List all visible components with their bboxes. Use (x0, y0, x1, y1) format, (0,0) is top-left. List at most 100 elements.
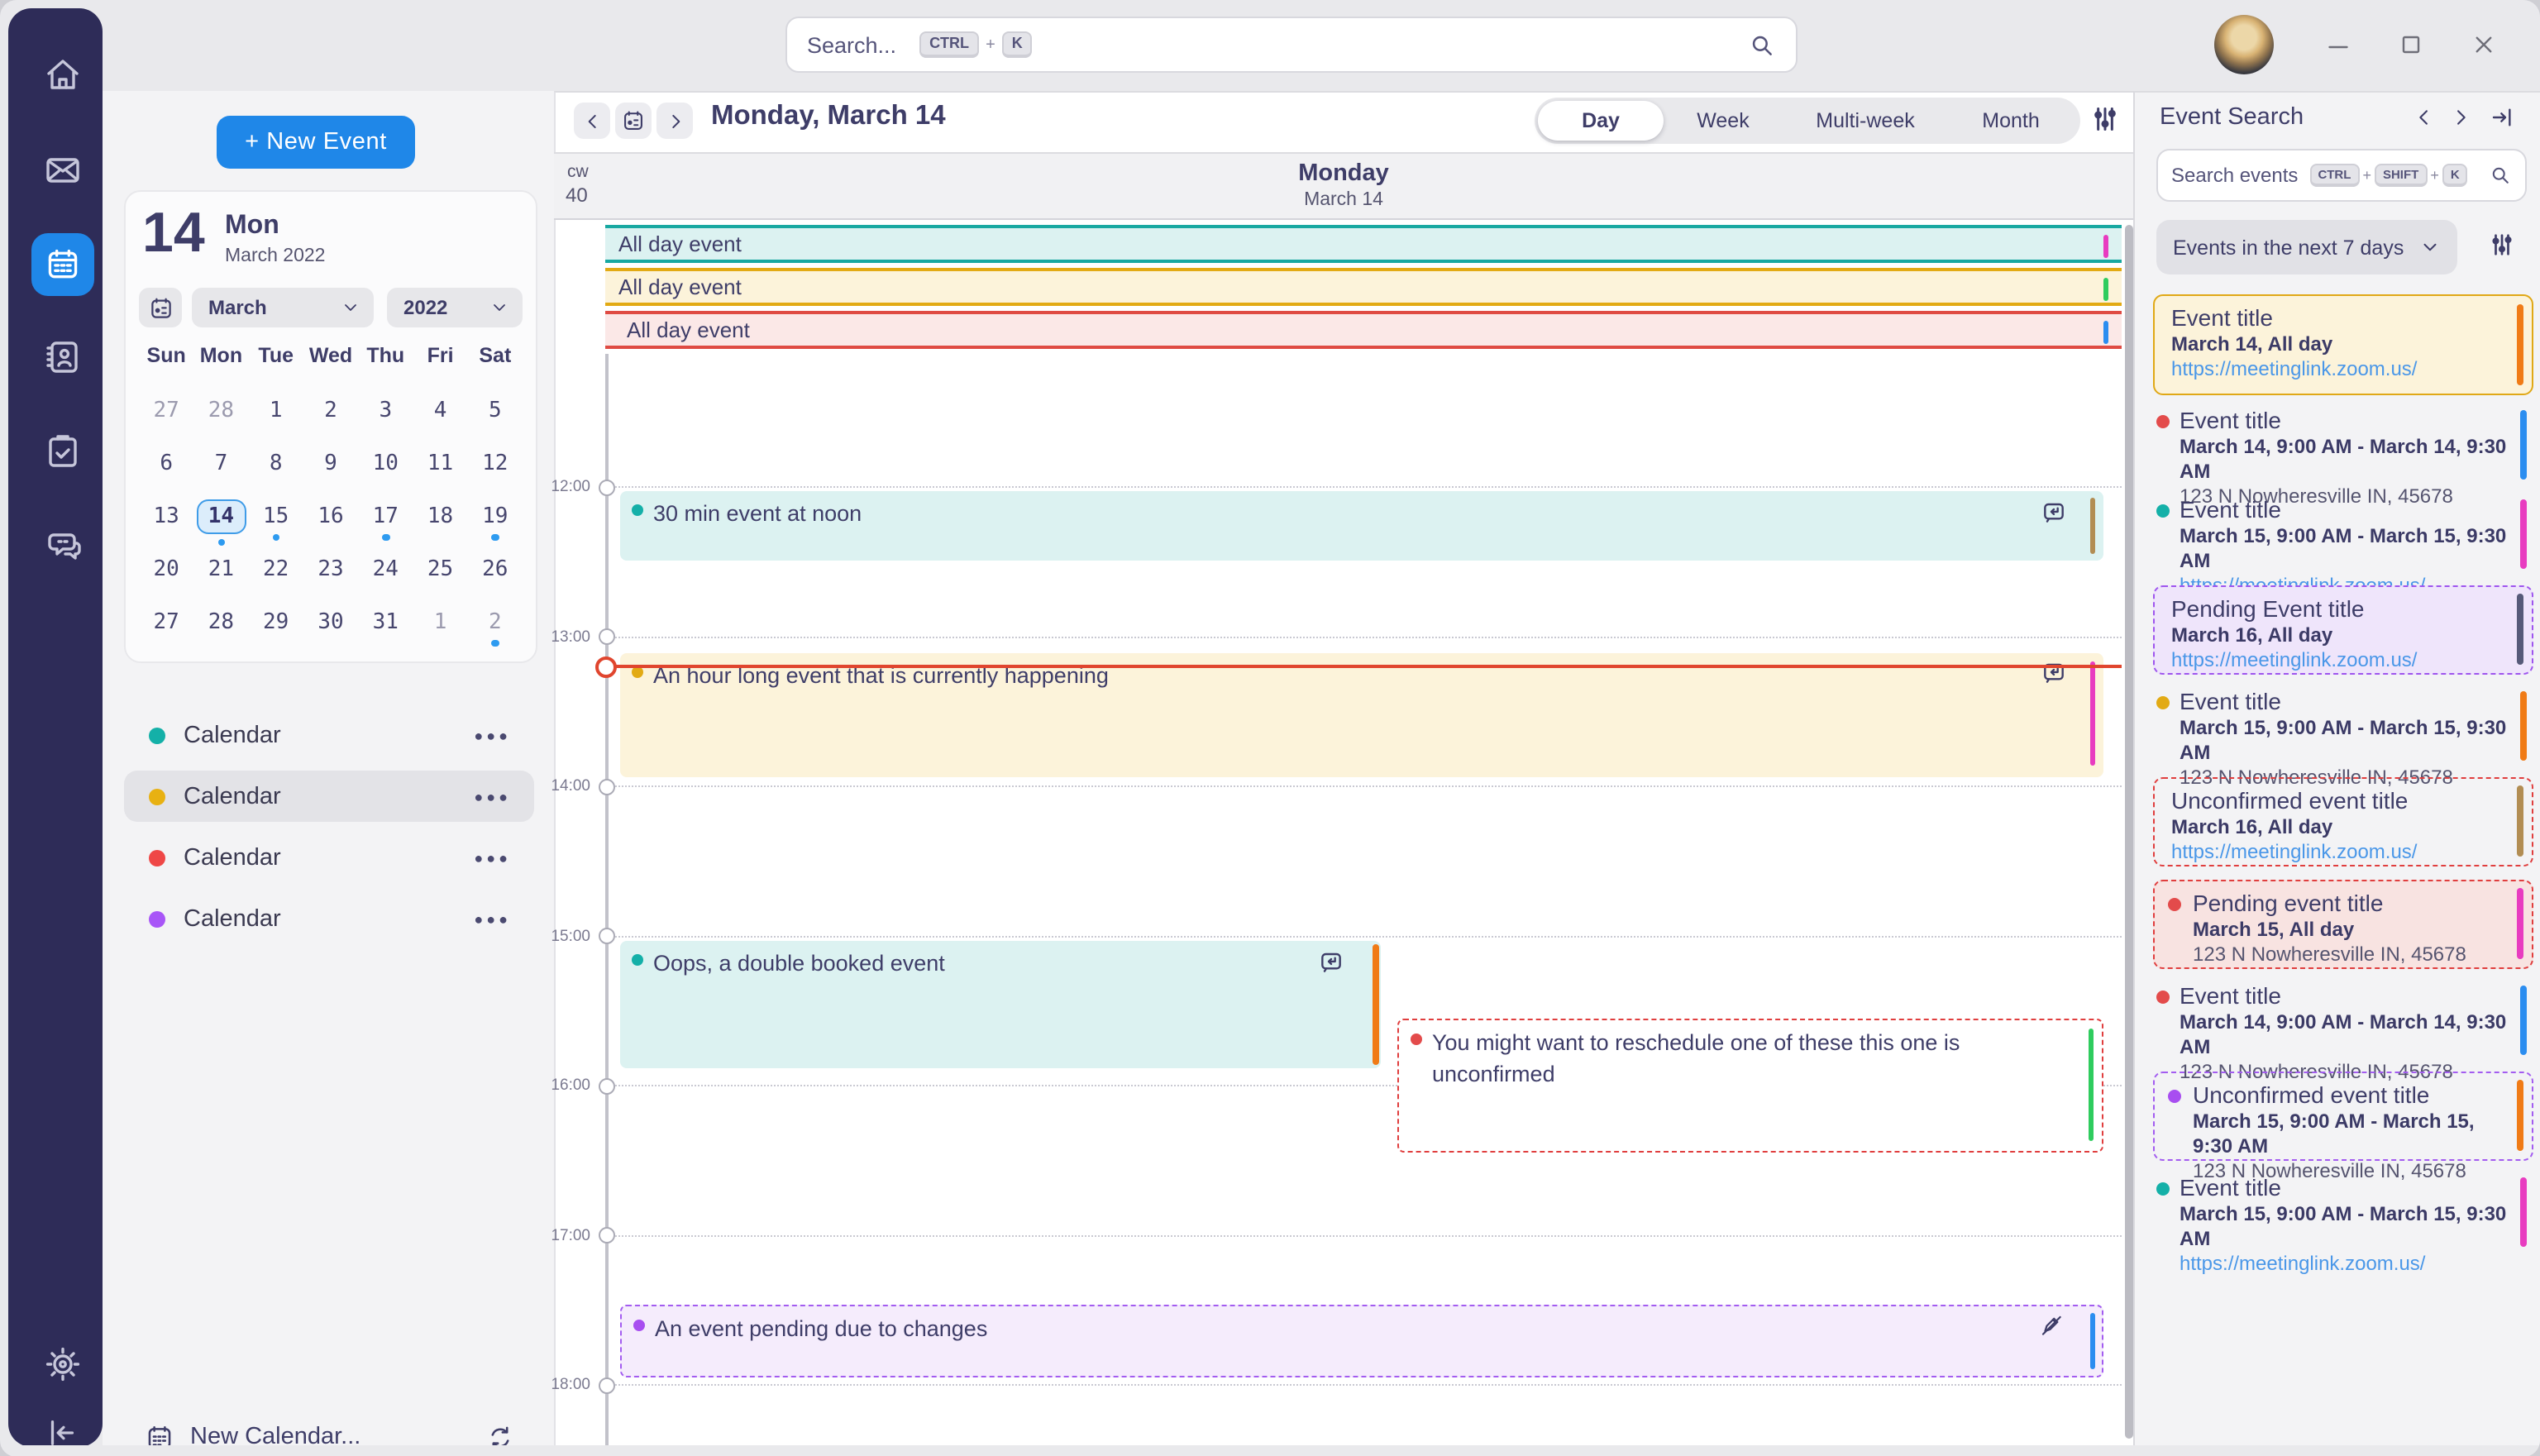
mini-calendar-day[interactable]: 11 (413, 437, 467, 489)
search-prev-icon[interactable] (2413, 106, 2436, 129)
mini-calendar-day[interactable]: 22 (249, 542, 303, 595)
mini-calendar-day[interactable]: 3 (358, 384, 413, 437)
mini-calendar-day[interactable]: 26 (468, 542, 523, 595)
sidebar-item-chat[interactable] (43, 526, 83, 566)
new-event-button[interactable]: + New Event (217, 116, 415, 169)
tab-multi-week-view[interactable]: Multi-week (1783, 109, 1948, 132)
meeting-link[interactable]: https://meetinglink.zoom.us/ (2171, 648, 2515, 673)
month-select[interactable]: March (192, 288, 374, 327)
today-button[interactable] (615, 103, 652, 139)
next-day-button[interactable] (656, 103, 693, 139)
event-search-result[interactable]: Event title March 14, 9:00 AM - March 14… (2153, 982, 2533, 1058)
event-search-result[interactable]: Unconfirmed event title March 15, 9:00 A… (2153, 1072, 2533, 1161)
event-search-result[interactable]: Event title March 14, All day https://me… (2153, 294, 2533, 395)
event-search-result[interactable]: Event title March 14, 9:00 AM - March 14… (2153, 407, 2533, 483)
mini-calendar-day[interactable]: 15 (249, 489, 303, 542)
sidebar-item-calendar[interactable] (31, 233, 94, 296)
mini-calendar-day[interactable]: 1 (413, 595, 467, 648)
mini-calendar-day[interactable]: 23 (303, 542, 358, 595)
mini-calendar-day[interactable]: 20 (139, 542, 193, 595)
event-search-result[interactable]: Event title March 15, 9:00 AM - March 15… (2153, 496, 2533, 572)
mini-calendar-day[interactable]: 27 (139, 384, 193, 437)
calendar-list-item-selected[interactable]: Calendar ●●● (124, 771, 534, 822)
mini-calendar-day[interactable]: 2 (468, 595, 523, 648)
tab-week-view[interactable]: Week (1664, 109, 1783, 132)
minimize-button[interactable] (2320, 26, 2356, 63)
sidebar-item-tasks[interactable] (43, 432, 83, 471)
all-day-event[interactable]: All day event (605, 311, 2122, 349)
mini-calendar-day[interactable]: 7 (193, 437, 248, 489)
mini-calendar-day-selected[interactable]: 14 (193, 489, 248, 542)
mini-calendar-day[interactable]: 28 (193, 595, 248, 648)
event-search-result[interactable]: Event title March 15, 9:00 AM - March 15… (2153, 688, 2533, 764)
date-picker-calendar-icon[interactable] (139, 288, 182, 327)
user-avatar[interactable] (2214, 15, 2274, 74)
meeting-link[interactable]: https://meetinglink.zoom.us/ (2180, 1252, 2533, 1277)
mini-calendar-day[interactable]: 28 (193, 384, 248, 437)
mini-calendar-day[interactable]: 27 (139, 595, 193, 648)
category-tick (2520, 986, 2527, 1055)
mini-calendar-day[interactable]: 18 (413, 489, 467, 542)
event-search-result[interactable]: Event title March 15, 9:00 AM - March 15… (2153, 1174, 2533, 1250)
tab-month-view[interactable]: Month (1948, 109, 2074, 132)
view-switcher: Day Week Multi-week Month (1535, 98, 2080, 144)
search-next-icon[interactable] (2449, 106, 2472, 129)
search-icon[interactable] (1748, 31, 1776, 59)
search-icon[interactable] (2489, 164, 2512, 187)
event-search-result[interactable]: Pending Event title March 16, All day ht… (2153, 585, 2533, 675)
event-search-input[interactable]: Search events CTRL + SHIFT + K (2156, 149, 2527, 202)
meeting-link[interactable]: https://meetinglink.zoom.us/ (2171, 357, 2515, 382)
event-search-result[interactable]: Pending event title March 15, All day 12… (2153, 880, 2533, 969)
mini-calendar-day[interactable]: 24 (358, 542, 413, 595)
mini-calendar-day[interactable]: 2 (303, 384, 358, 437)
close-button[interactable] (2466, 26, 2502, 63)
mini-calendar-day[interactable]: 4 (413, 384, 467, 437)
mini-calendar-day[interactable]: 5 (468, 384, 523, 437)
mini-calendar-day[interactable]: 25 (413, 542, 467, 595)
ellipsis-icon[interactable]: ●●● (474, 849, 511, 866)
mini-calendar-day[interactable]: 8 (249, 437, 303, 489)
year-select[interactable]: 2022 (387, 288, 523, 327)
prev-day-button[interactable] (574, 103, 610, 139)
event-hour-long[interactable]: An hour long event that is currently hap… (620, 653, 2103, 777)
calendar-list-item[interactable]: Calendar ●●● (124, 832, 534, 883)
mini-calendar-day[interactable]: 17 (358, 489, 413, 542)
mini-calendar-day[interactable]: 29 (249, 595, 303, 648)
calendar-list-item[interactable]: Calendar ●●● (124, 709, 534, 761)
mini-calendar-day[interactable]: 13 (139, 489, 193, 542)
search-range-dropdown[interactable]: Events in the next 7 days (2156, 220, 2457, 274)
ellipsis-icon[interactable]: ●●● (474, 910, 511, 927)
mini-calendar-day[interactable]: 9 (303, 437, 358, 489)
sidebar-item-mail[interactable] (43, 150, 83, 190)
mini-calendar-day[interactable]: 1 (249, 384, 303, 437)
sidebar-item-home[interactable] (43, 55, 83, 94)
mini-calendar-day[interactable]: 12 (468, 437, 523, 489)
calendar-list-item[interactable]: Calendar ●●● (124, 893, 534, 944)
tab-day-view[interactable]: Day (1538, 101, 1664, 141)
mini-calendar-day[interactable]: 19 (468, 489, 523, 542)
event-search-result[interactable]: Unconfirmed event title March 16, All da… (2153, 777, 2533, 866)
ellipsis-icon[interactable]: ●●● (474, 727, 511, 743)
sidebar-item-contacts[interactable] (43, 337, 83, 377)
mini-calendar-day[interactable]: 6 (139, 437, 193, 489)
search-filter-icon[interactable] (2487, 230, 2517, 260)
collapse-panel-icon[interactable] (2489, 104, 2515, 131)
event-double-booked[interactable]: Oops, a double booked event (620, 941, 1381, 1068)
global-search-input[interactable]: Search... CTRL + K (785, 17, 1798, 73)
main-scrollbar[interactable] (2124, 225, 2132, 1439)
event-unconfirmed[interactable]: You might want to reschedule one of thes… (1397, 1019, 2103, 1153)
mini-calendar-day[interactable]: 30 (303, 595, 358, 648)
meeting-link[interactable]: https://meetinglink.zoom.us/ (2171, 840, 2515, 865)
view-options-filter-icon[interactable] (2089, 103, 2122, 136)
settings-gear-icon[interactable] (43, 1344, 83, 1384)
event-pending[interactable]: An event pending due to changes (620, 1305, 2103, 1377)
all-day-event[interactable]: All day event (605, 225, 2122, 263)
mini-calendar-day[interactable]: 16 (303, 489, 358, 542)
mini-calendar-day[interactable]: 10 (358, 437, 413, 489)
event-30min-noon[interactable]: 30 min event at noon (620, 490, 2103, 560)
all-day-event[interactable]: All day event (605, 268, 2122, 306)
maximize-button[interactable] (2393, 26, 2429, 63)
mini-calendar-day[interactable]: 31 (358, 595, 413, 648)
mini-calendar-day[interactable]: 21 (193, 542, 248, 595)
ellipsis-icon[interactable]: ●●● (474, 788, 511, 804)
